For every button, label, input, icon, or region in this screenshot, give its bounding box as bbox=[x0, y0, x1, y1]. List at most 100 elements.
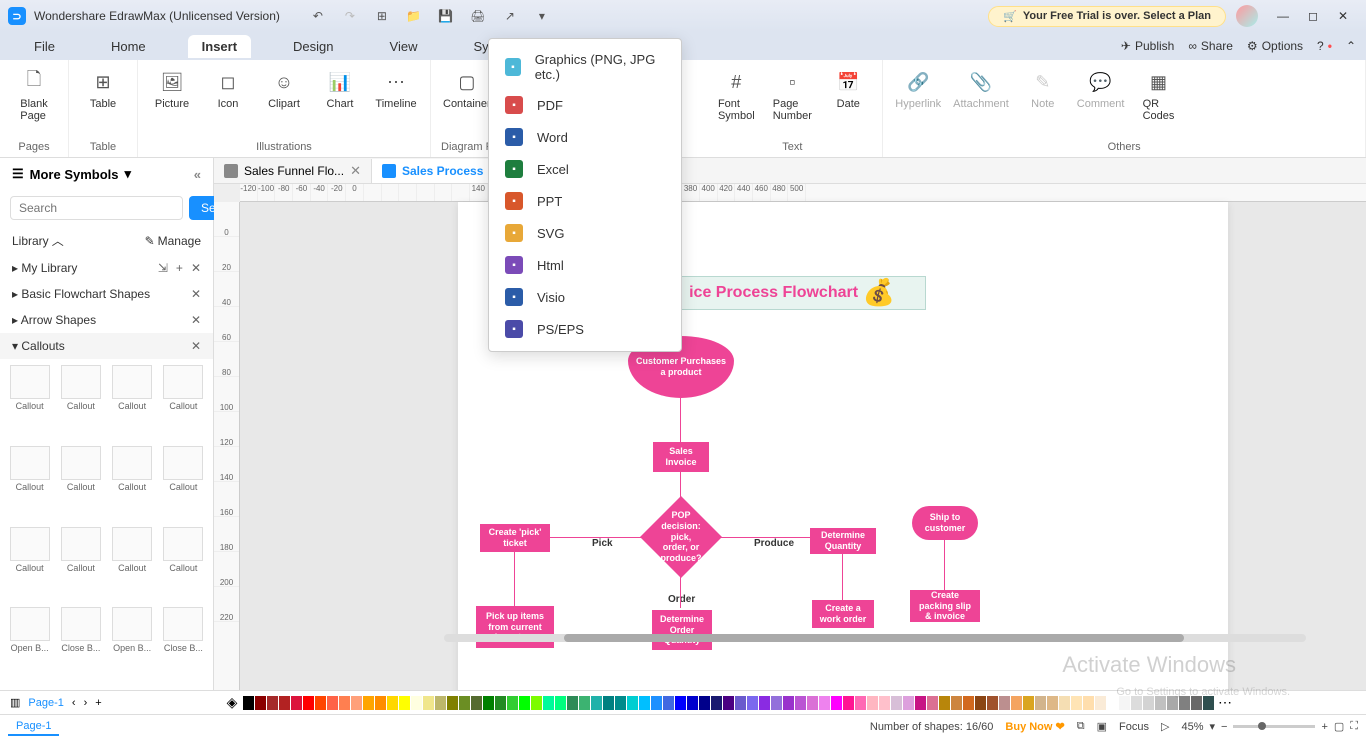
zoom-in-icon[interactable]: + bbox=[1321, 721, 1327, 733]
color-swatch[interactable] bbox=[567, 696, 578, 710]
color-swatch[interactable] bbox=[963, 696, 974, 710]
color-swatch[interactable] bbox=[759, 696, 770, 710]
color-swatch[interactable] bbox=[735, 696, 746, 710]
shape-item[interactable]: Callout bbox=[160, 527, 207, 604]
color-swatch[interactable] bbox=[771, 696, 782, 710]
more-colors-icon[interactable]: ⋯ bbox=[1215, 694, 1235, 711]
color-swatch[interactable] bbox=[495, 696, 506, 710]
color-swatch[interactable] bbox=[1143, 696, 1154, 710]
shape-work-order[interactable]: Create a work order bbox=[812, 600, 874, 628]
color-swatch[interactable] bbox=[1191, 696, 1202, 710]
new-icon[interactable]: ⊞ bbox=[374, 8, 390, 24]
color-swatch[interactable] bbox=[1131, 696, 1142, 710]
print-icon[interactable]: 🖨 bbox=[470, 8, 486, 24]
shape-quantity[interactable]: Determine Quantity bbox=[810, 528, 876, 554]
color-swatch[interactable] bbox=[687, 696, 698, 710]
color-swatch[interactable] bbox=[519, 696, 530, 710]
save-icon[interactable]: 💾 bbox=[438, 8, 454, 24]
play-icon[interactable]: ▷ bbox=[1161, 720, 1169, 733]
menu-file[interactable]: File bbox=[20, 35, 69, 58]
color-swatch[interactable] bbox=[303, 696, 314, 710]
shape-item[interactable]: Callout bbox=[160, 446, 207, 523]
color-swatch[interactable] bbox=[447, 696, 458, 710]
layers-icon[interactable]: ⧉ bbox=[1077, 720, 1085, 733]
color-swatch[interactable] bbox=[1107, 696, 1118, 710]
color-swatch[interactable] bbox=[723, 696, 734, 710]
color-swatch[interactable] bbox=[819, 696, 830, 710]
shape-item[interactable]: Callout bbox=[160, 365, 207, 442]
comment-button[interactable]: 💬Comment bbox=[1075, 68, 1127, 124]
options-button[interactable]: ⚙ Options bbox=[1247, 39, 1303, 53]
close-tab-icon[interactable]: ✕ bbox=[350, 163, 361, 179]
shape-pick-ticket[interactable]: Create 'pick' ticket bbox=[480, 524, 550, 552]
color-swatch[interactable] bbox=[339, 696, 350, 710]
color-swatch[interactable] bbox=[1059, 696, 1070, 710]
menu-home[interactable]: Home bbox=[97, 35, 160, 58]
color-swatch[interactable] bbox=[699, 696, 710, 710]
export-option[interactable]: ▪Excel bbox=[489, 153, 681, 185]
close-icon[interactable]: ✕ bbox=[191, 339, 201, 353]
add-page-icon[interactable]: + bbox=[95, 697, 101, 709]
frame-icon[interactable]: ▣ bbox=[1097, 720, 1107, 733]
color-swatch[interactable] bbox=[543, 696, 554, 710]
color-swatch[interactable] bbox=[603, 696, 614, 710]
color-swatch[interactable] bbox=[939, 696, 950, 710]
shape-invoice[interactable]: Sales Invoice bbox=[653, 442, 709, 472]
shape-item[interactable]: Callout bbox=[57, 446, 104, 523]
timeline-button[interactable]: ⋯Timeline bbox=[372, 68, 420, 112]
canvas[interactable]: ice Process Flowchart 💰 Customer Purchas… bbox=[240, 202, 1366, 690]
color-swatch[interactable] bbox=[483, 696, 494, 710]
color-swatch[interactable] bbox=[1119, 696, 1130, 710]
buy-now-link[interactable]: Buy Now ❤ bbox=[1005, 720, 1064, 733]
menu-view[interactable]: View bbox=[376, 35, 432, 58]
cat-callouts[interactable]: ▾ Callouts ✕ bbox=[0, 333, 213, 359]
color-swatch[interactable] bbox=[423, 696, 434, 710]
color-swatch[interactable] bbox=[327, 696, 338, 710]
help-icon[interactable]: ? • bbox=[1317, 39, 1332, 53]
color-swatch[interactable] bbox=[927, 696, 938, 710]
color-swatch[interactable] bbox=[783, 696, 794, 710]
close-icon[interactable]: ✕ bbox=[191, 287, 201, 301]
color-swatch[interactable] bbox=[279, 696, 290, 710]
minimize-button[interactable]: — bbox=[1268, 6, 1298, 26]
color-swatch[interactable] bbox=[363, 696, 374, 710]
export-option[interactable]: ▪PS/EPS bbox=[489, 313, 681, 345]
color-swatch[interactable] bbox=[891, 696, 902, 710]
tab-sales-funnel[interactable]: Sales Funnel Flo... ✕ bbox=[214, 159, 372, 183]
color-swatch[interactable] bbox=[531, 696, 542, 710]
menu-design[interactable]: Design bbox=[279, 35, 347, 58]
menu-insert[interactable]: Insert bbox=[188, 35, 251, 58]
export-option[interactable]: ▪Visio bbox=[489, 281, 681, 313]
color-swatch[interactable] bbox=[267, 696, 278, 710]
color-swatch[interactable] bbox=[795, 696, 806, 710]
flowchart-title[interactable]: ice Process Flowchart 💰 bbox=[658, 276, 926, 310]
export-option[interactable]: ▪Graphics (PNG, JPG etc.) bbox=[489, 45, 681, 89]
share-button[interactable]: ∞ Share bbox=[1188, 39, 1233, 53]
color-swatch[interactable] bbox=[1083, 696, 1094, 710]
qr-codes-button[interactable]: ▦QR Codes bbox=[1134, 68, 1182, 124]
color-swatch[interactable] bbox=[411, 696, 422, 710]
font-symbol-button[interactable]: #Font Symbol bbox=[712, 68, 760, 124]
color-swatch[interactable] bbox=[855, 696, 866, 710]
publish-button[interactable]: ✈ Publish bbox=[1121, 39, 1174, 53]
date-button[interactable]: 📅Date bbox=[824, 68, 872, 124]
shape-item[interactable]: Open B... bbox=[109, 607, 156, 684]
color-swatch[interactable] bbox=[975, 696, 986, 710]
color-swatch[interactable] bbox=[651, 696, 662, 710]
fullscreen-icon[interactable]: ⛶ bbox=[1350, 720, 1358, 733]
color-swatch[interactable] bbox=[615, 696, 626, 710]
color-swatch[interactable] bbox=[351, 696, 362, 710]
picture-button[interactable]: 🖼Picture bbox=[148, 68, 196, 112]
icon-button[interactable]: ◻Icon bbox=[204, 68, 252, 112]
color-swatch[interactable] bbox=[843, 696, 854, 710]
maximize-button[interactable]: ◻ bbox=[1298, 6, 1328, 26]
color-swatch[interactable] bbox=[1011, 696, 1022, 710]
shape-item[interactable]: Open B... bbox=[6, 607, 53, 684]
color-swatch[interactable] bbox=[555, 696, 566, 710]
search-input[interactable] bbox=[10, 196, 183, 220]
color-swatch[interactable] bbox=[807, 696, 818, 710]
close-icon[interactable]: ✕ bbox=[191, 261, 201, 275]
color-swatch[interactable] bbox=[435, 696, 446, 710]
export-option[interactable]: ▪PPT bbox=[489, 185, 681, 217]
page-number-button[interactable]: ▫Page Number bbox=[768, 68, 816, 124]
